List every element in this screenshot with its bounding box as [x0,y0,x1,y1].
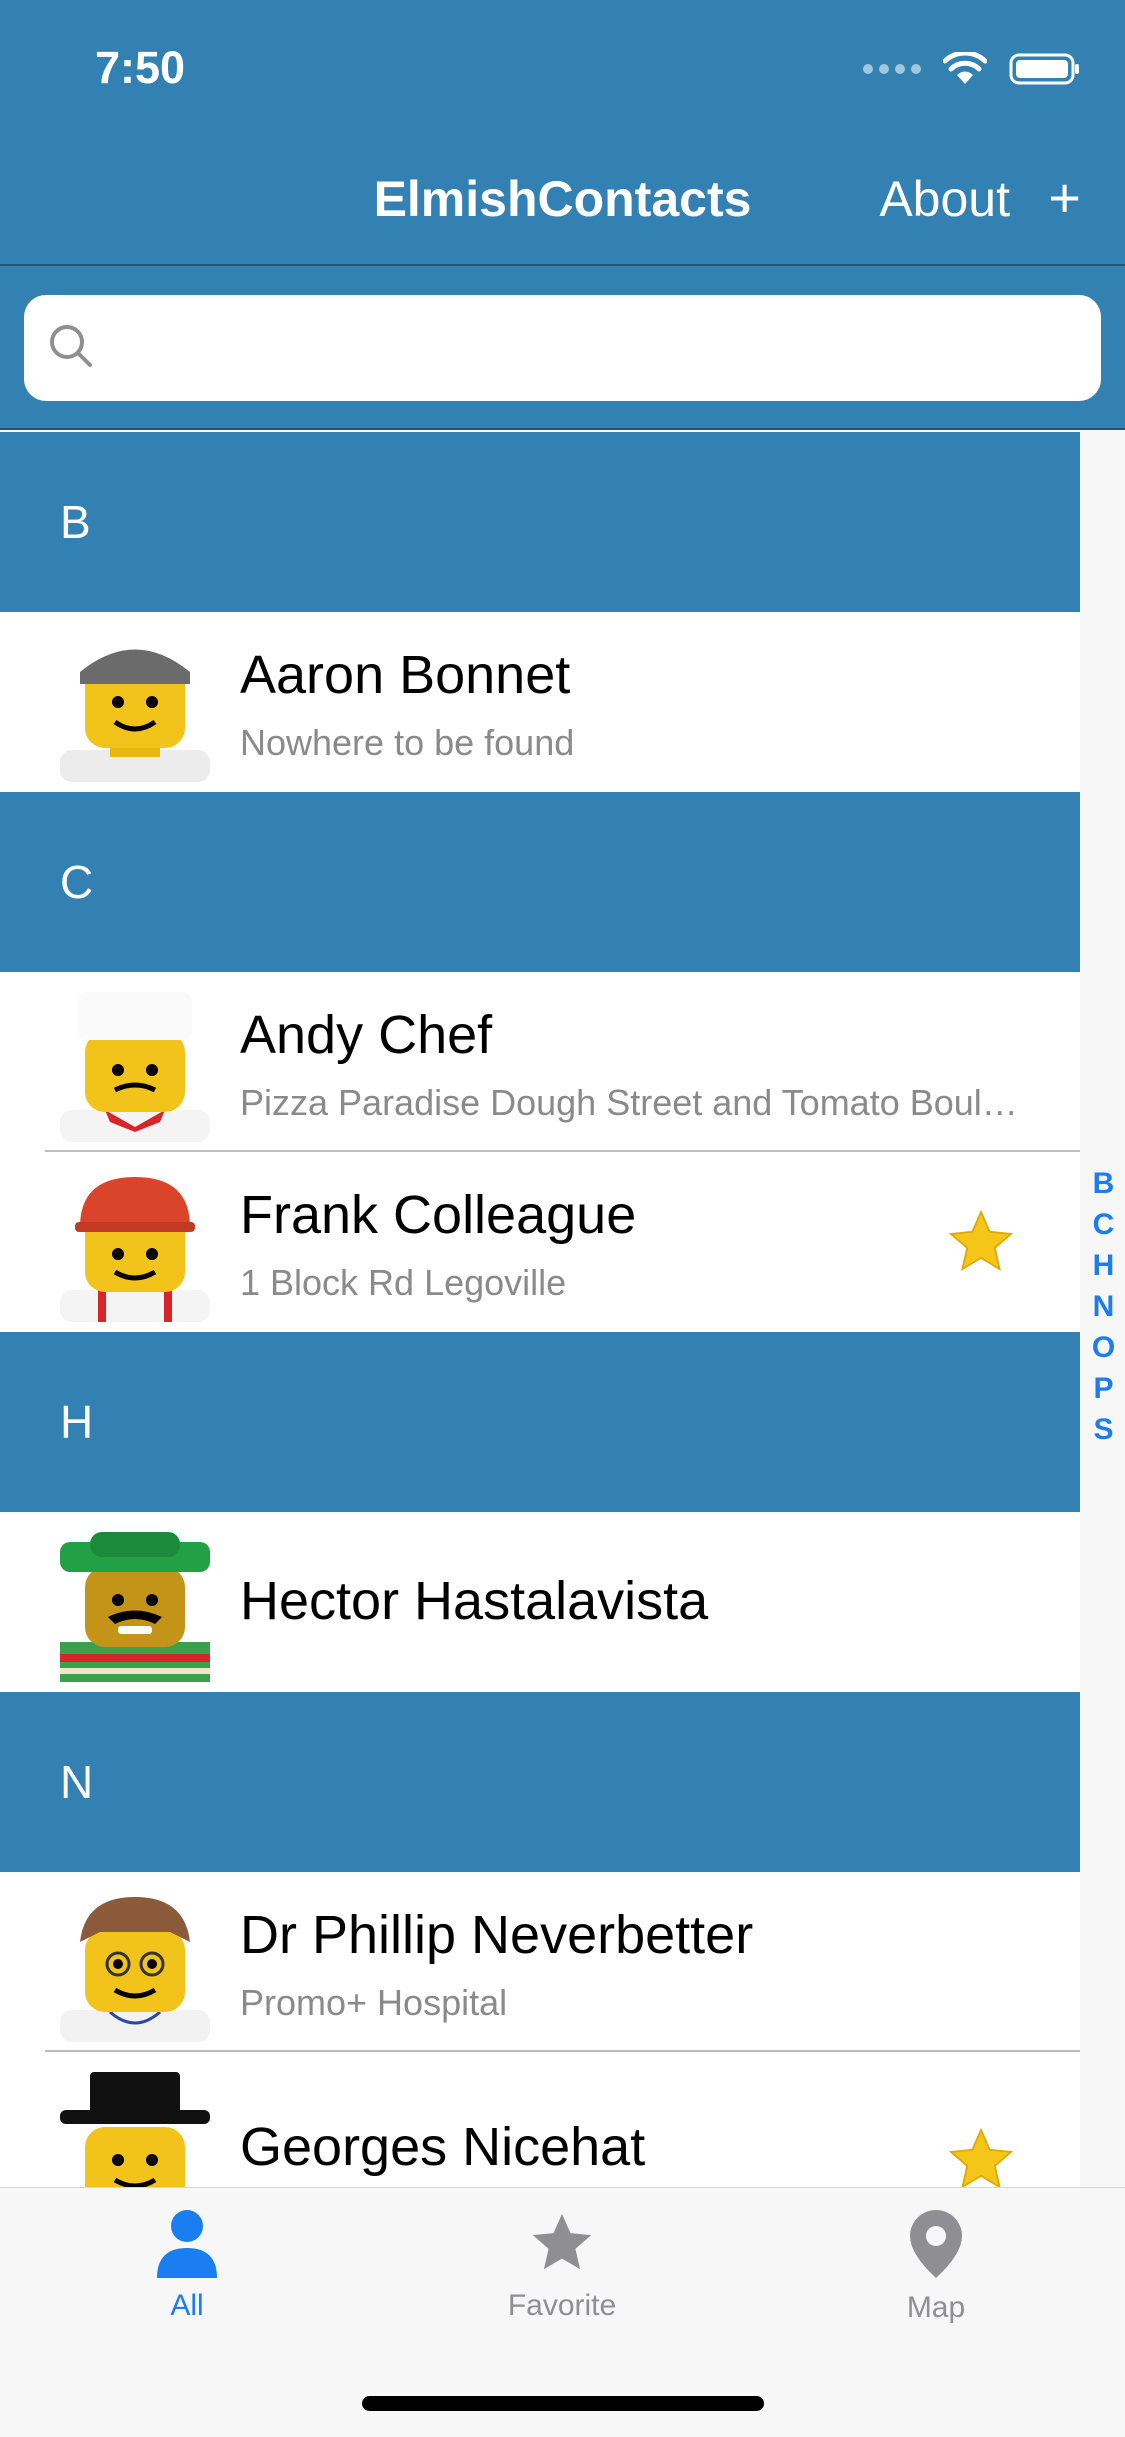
contact-address: Nowhere to be found [240,722,575,763]
index-letter-n[interactable]: N [1082,1290,1125,1324]
tab-all[interactable]: All [87,2208,287,2323]
header-divider [0,264,1125,266]
section-header-h: H [0,1332,1080,1512]
contact-name: Hector Hastalavista [240,1571,709,1631]
contact-row[interactable]: Frank Colleague 1 Block Rd Legoville [0,1152,1080,1332]
status-icons [863,52,1081,86]
status-time: 7:50 [95,42,186,93]
about-button[interactable]: About [879,170,1010,228]
lego-sombrero-avatar [60,1532,210,1682]
index-letter-c[interactable]: C [1082,1208,1125,1242]
index-letter-s[interactable]: S [1082,1413,1125,1447]
contact-name: Georges Nicehat [240,2117,646,2177]
add-contact-button[interactable]: + [1048,165,1081,230]
lego-doctor-avatar [60,1892,210,2042]
contact-name: Dr Phillip Neverbetter [240,1905,754,1965]
tab-label: Favorite [507,2289,617,2322]
tab-label: All [170,2289,204,2322]
contact-row[interactable]: Georges Nicehat [0,2052,1080,2187]
wifi-icon [943,52,987,84]
index-letter-h[interactable]: H [1082,1249,1125,1283]
map-pin-icon [910,2210,962,2278]
cellular-signal-icon [863,64,921,74]
contact-row[interactable]: Hector Hastalavista [0,1512,1080,1692]
contact-address: Promo+ Hospital [240,1982,508,2023]
contact-row[interactable]: Andy Chef Pizza Paradise Dough Street an… [0,972,1080,1152]
contact-list[interactable]: B Aaron Bonnet Nowhere to be found C And… [0,432,1080,2187]
contact-address: Pizza Paradise Dough Street and Tomato B… [240,1082,1018,1123]
search-bar[interactable] [24,295,1101,401]
lego-hardhat-avatar [60,1172,210,1322]
tab-map[interactable]: Map [836,2208,1036,2325]
contact-row[interactable]: Dr Phillip Neverbetter Promo+ Hospital [0,1872,1080,2052]
tab-label: Map [906,2291,966,2324]
home-indicator[interactable] [362,2396,764,2411]
search-divider [0,428,1125,430]
favorite-star-icon [948,1209,1014,1271]
contact-name: Aaron Bonnet [240,645,571,705]
index-letter-p[interactable]: P [1082,1372,1125,1406]
favorite-star-icon [948,2127,1014,2187]
search-input[interactable] [124,315,1068,383]
navigation-header: 7:50 ElmishContacts About + [0,0,1125,430]
contact-name: Frank Colleague [240,1185,637,1245]
section-header-n: N [0,1692,1080,1872]
person-icon [157,2210,217,2278]
section-index[interactable]: B C H N O P S [1082,432,1125,2187]
lego-chef-avatar [60,992,210,1142]
lego-tophat-avatar [60,2072,210,2187]
battery-icon [1009,53,1079,85]
lego-beanie-avatar [60,632,210,782]
contact-row[interactable]: Aaron Bonnet Nowhere to be found [0,612,1080,792]
star-icon [532,2213,592,2270]
section-header-c: C [0,792,1080,972]
tab-favorite[interactable]: Favorite [462,2208,662,2323]
contact-address: 1 Block Rd Legoville [240,1262,567,1303]
section-header-b: B [0,432,1080,612]
index-letter-b[interactable]: B [1082,1167,1125,1201]
index-letter-o[interactable]: O [1082,1331,1125,1365]
search-icon [50,325,92,367]
contact-name: Andy Chef [240,1005,493,1065]
